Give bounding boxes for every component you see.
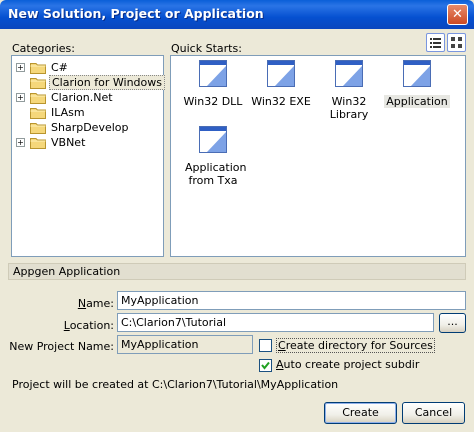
category-label: Clarion for Windows [49, 75, 165, 90]
template-description: Appgen Application [8, 263, 466, 280]
category-label: VBNet [51, 136, 86, 149]
quick-start-label: Application [384, 95, 450, 108]
close-icon: ✕ [452, 7, 463, 22]
large-icons-view-icon [451, 37, 462, 48]
expand-icon[interactable]: + [16, 63, 25, 72]
quick-start-label: Win32 DLL [183, 95, 243, 108]
location-label: Location: [63, 319, 114, 332]
auto-subdir-label[interactable]: Auto create project subdir [276, 358, 419, 371]
application-template-icon [265, 58, 297, 90]
title-bar[interactable]: New Solution, Project or Application ✕ [0, 0, 474, 29]
create-directory-label[interactable]: Create directory for Sources [276, 338, 435, 353]
project-path-status: Project will be created at C:\Clarion7\T… [12, 378, 339, 391]
application-template-icon [197, 124, 229, 156]
name-label: Name: [77, 297, 114, 310]
quick-start-item[interactable]: Win32 EXE [245, 58, 317, 108]
large-icons-view-button[interactable] [447, 33, 466, 52]
quick-start-label: Win32 Library [329, 95, 369, 121]
new-solution-dialog: New Solution, Project or Application ✕ C… [0, 0, 474, 432]
quick-start-label: Win32 EXE [251, 95, 311, 108]
quick-start-item[interactable]: Application [381, 58, 453, 108]
folder-icon [30, 91, 46, 104]
checkmark-icon [261, 361, 270, 370]
create-button[interactable]: Create [324, 402, 397, 424]
category-item[interactable]: + VBNet [16, 135, 156, 150]
application-template-icon [333, 58, 365, 90]
folder-icon [30, 136, 46, 149]
folder-icon [30, 76, 46, 89]
category-label: Clarion.Net [51, 91, 113, 104]
quick-start-item[interactable]: Win32 Library [313, 58, 385, 121]
list-view-button[interactable] [426, 33, 445, 52]
quick-starts-list[interactable]: Win32 DLL Win32 EXE Win32 Library Applicati… [170, 55, 466, 257]
category-label: SharpDevelop [51, 121, 129, 134]
categories-label: Categories: [12, 42, 75, 55]
category-label: ILAsm [51, 106, 85, 119]
location-field[interactable]: C:\Clarion7\Tutorial [117, 313, 434, 332]
category-item[interactable]: + Clarion.Net [16, 90, 156, 105]
category-item[interactable]: Clarion for Windows [16, 75, 165, 90]
category-item[interactable]: SharpDevelop [16, 120, 156, 135]
quick-start-item[interactable]: Win32 DLL [177, 58, 249, 108]
new-project-name-field[interactable]: MyApplication [117, 335, 253, 354]
folder-icon [30, 61, 46, 74]
list-view-icon [430, 38, 441, 48]
folder-icon [30, 121, 46, 134]
category-item[interactable]: ILAsm [16, 105, 156, 120]
cancel-button[interactable]: Cancel [402, 402, 465, 424]
name-field[interactable]: MyApplication [117, 291, 466, 310]
quick-starts-label: Quick Starts: [171, 42, 242, 55]
browse-button[interactable]: ... [439, 313, 466, 333]
close-button[interactable]: ✕ [447, 4, 468, 25]
window-title: New Solution, Project or Application [8, 6, 264, 21]
category-item[interactable]: + C# [16, 60, 156, 75]
application-template-icon [401, 58, 433, 90]
quick-start-label: Application from Txa [185, 161, 247, 187]
folder-icon [30, 106, 46, 119]
new-project-name-label: New Project Name: [9, 340, 114, 353]
application-template-icon [197, 58, 229, 90]
create-directory-checkbox[interactable] [259, 339, 272, 352]
expand-icon[interactable]: + [16, 138, 25, 147]
category-label: C# [51, 61, 68, 74]
categories-tree[interactable]: + C# Clarion for Windows + Clarion.Net ILAsm S… [11, 55, 165, 257]
quick-start-item[interactable]: Application from Txa [177, 124, 249, 187]
expand-icon[interactable]: + [16, 93, 25, 102]
auto-subdir-checkbox[interactable] [259, 359, 272, 372]
